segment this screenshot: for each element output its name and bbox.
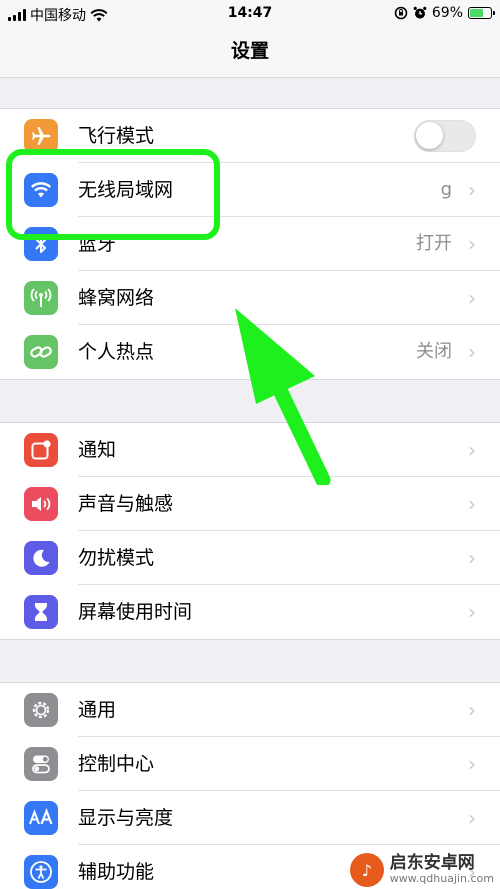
chevron-right-icon: ›: [468, 232, 476, 256]
toggles-icon: [24, 747, 58, 781]
settings-row-label: 显示与亮度: [78, 807, 174, 829]
orientation-lock-icon: [394, 6, 408, 20]
settings-row-label: 个人热点: [78, 341, 155, 363]
page-title: 设置: [230, 40, 269, 62]
chevron-right-icon: ›: [468, 806, 476, 830]
chevron-right-icon: ›: [468, 492, 476, 516]
toggle-knob: [416, 122, 443, 149]
chain-link-icon: [24, 335, 58, 369]
alarm-icon: [413, 6, 427, 19]
watermark-name: 启东安卓网: [389, 852, 475, 873]
text-size-icon: [24, 801, 58, 835]
antenna-icon: [24, 281, 58, 315]
settings-row-screen-time[interactable]: 屏幕使用时间 ›: [0, 585, 500, 639]
chevron-right-icon: ›: [468, 752, 476, 776]
settings-row-do-not-disturb[interactable]: 勿扰模式 ›: [0, 531, 500, 585]
settings-row-label: 屏幕使用时间: [78, 601, 193, 623]
hourglass-icon: [24, 595, 58, 629]
gear-icon: [24, 693, 58, 727]
status-bar: 中国移动 14:47 69%: [0, 0, 500, 28]
notification-icon: [24, 433, 58, 467]
settings-row-label: 控制中心: [78, 753, 155, 775]
chevron-right-icon: ›: [468, 178, 476, 202]
battery-charging-icon: [468, 7, 495, 19]
watermark-url: www.qdhuajin.com: [389, 872, 494, 886]
airplane-icon: [24, 119, 58, 153]
settings-row-value: 关闭: [416, 341, 452, 362]
chevron-right-icon: ›: [468, 438, 476, 462]
status-right: 69%: [394, 5, 495, 21]
accessibility-icon: [24, 855, 58, 889]
settings-row-display-brightness[interactable]: 显示与亮度 ›: [0, 791, 500, 845]
chevron-right-icon: ›: [468, 340, 476, 364]
settings-row-sounds[interactable]: 声音与触感 ›: [0, 477, 500, 531]
settings-row-label: 蜂窝网络: [78, 287, 155, 309]
settings-row-label: 声音与触感: [78, 493, 174, 515]
chevron-right-icon: ›: [468, 286, 476, 310]
settings-row-value: g: [440, 179, 452, 200]
wlan-highlight-box: [6, 149, 220, 240]
settings-row-general[interactable]: 通用 ›: [0, 683, 500, 737]
settings-row-label: 通知: [78, 439, 117, 461]
settings-row-control-center[interactable]: 控制中心 ›: [0, 737, 500, 791]
settings-row-label: 辅助功能: [78, 861, 155, 883]
airplane-mode-toggle[interactable]: [414, 120, 476, 152]
chevron-right-icon: ›: [468, 600, 476, 624]
nav-bar: 设置: [0, 28, 500, 78]
speaker-icon: [24, 487, 58, 521]
chevron-right-icon: ›: [468, 698, 476, 722]
settings-row-label: 勿扰模式: [78, 547, 155, 569]
settings-row-label: 通用: [78, 699, 117, 721]
annotation-arrow: [235, 308, 331, 485]
chevron-right-icon: ›: [468, 546, 476, 570]
watermark: ♪ 启东安卓网 www.qdhuajin.com: [349, 852, 494, 887]
battery-percent: 69%: [431, 5, 463, 21]
settings-row-value: 打开: [416, 233, 452, 254]
watermark-logo-icon: ♪: [349, 853, 384, 887]
moon-icon: [24, 541, 58, 575]
